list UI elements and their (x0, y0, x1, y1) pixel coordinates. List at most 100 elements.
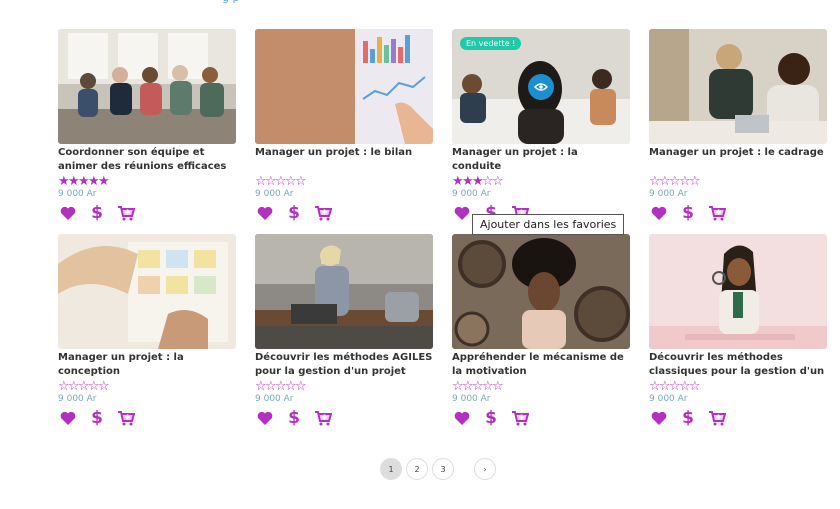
add-to-cart-button[interactable] (313, 408, 333, 428)
rating-stars: ★★★★★ (58, 175, 236, 189)
course-thumbnail[interactable] (452, 234, 630, 349)
course-title[interactable]: Manager un projet : la conception (58, 351, 236, 379)
favorite-button[interactable] (58, 203, 78, 223)
course-price: 9 000 Ar (452, 394, 491, 404)
add-to-cart-button[interactable] (510, 408, 530, 428)
price-button[interactable]: $ (284, 203, 304, 223)
star-filled-icon: ★ (98, 174, 110, 189)
dollar-icon: $ (682, 203, 694, 223)
favorite-button[interactable] (452, 203, 472, 223)
star-empty-icon: ☆ (255, 379, 267, 394)
star-empty-icon: ☆ (472, 379, 484, 394)
page-1-button[interactable]: 1 (380, 458, 402, 480)
card-actions: $ (649, 407, 827, 429)
dollar-icon: $ (288, 408, 300, 428)
card-actions: $ (58, 202, 236, 224)
star-empty-icon: ☆ (679, 174, 691, 189)
price-button[interactable]: $ (87, 203, 107, 223)
star-filled-icon: ★ (78, 174, 90, 189)
star-filled-icon: ★ (452, 174, 464, 189)
course-thumbnail[interactable] (649, 234, 827, 349)
preview-button[interactable] (528, 74, 554, 100)
course-thumbnail[interactable] (649, 29, 827, 144)
star-empty-icon: ☆ (492, 379, 504, 394)
favorite-button[interactable] (649, 203, 669, 223)
course-price: 9 000 Ar (255, 394, 294, 404)
course-title[interactable]: Coordonner son équipe et animer des réun… (58, 146, 236, 174)
heart-icon (651, 206, 667, 220)
star-empty-icon: ☆ (68, 379, 80, 394)
course-thumbnail[interactable] (255, 29, 433, 144)
favorite-tooltip: Ajouter dans les favories (472, 214, 625, 235)
page-2-button[interactable]: 2 (406, 458, 428, 480)
favorite-button[interactable] (452, 408, 472, 428)
cart-add-icon (709, 411, 726, 426)
heart-icon (257, 411, 273, 425)
add-to-cart-button[interactable] (116, 408, 136, 428)
star-filled-icon: ★ (472, 174, 484, 189)
course-card: Coordonner son équipe et animer des réun… (58, 29, 236, 234)
star-empty-icon: ☆ (669, 174, 681, 189)
course-thumbnail[interactable] (58, 234, 236, 349)
star-empty-icon: ☆ (78, 379, 90, 394)
card-actions: $ (452, 407, 630, 429)
rating-stars: ★★★☆☆ (452, 175, 630, 189)
cart-add-icon (118, 411, 135, 426)
course-price: 9 000 Ar (58, 189, 97, 199)
course-title[interactable]: Manager un projet : le cadrage (649, 146, 827, 174)
page-3-button[interactable]: 3 (432, 458, 454, 480)
course-thumbnail[interactable]: En vedette ! (452, 29, 630, 144)
course-title[interactable]: Découvrir les méthodes AGILES pour la ge… (255, 351, 433, 379)
course-thumbnail[interactable] (58, 29, 236, 144)
add-to-cart-button[interactable] (313, 203, 333, 223)
top-link-fragment[interactable]: g p (222, 0, 239, 4)
heart-icon (454, 206, 470, 220)
course-title[interactable]: Manager un projet : le bilan (255, 146, 433, 174)
star-filled-icon: ★ (68, 174, 80, 189)
star-empty-icon: ☆ (285, 174, 297, 189)
add-to-cart-button[interactable] (116, 203, 136, 223)
price-button[interactable]: $ (678, 408, 698, 428)
favorite-button[interactable] (255, 203, 275, 223)
price-button[interactable]: $ (481, 408, 501, 428)
rating-stars: ☆☆☆☆☆ (255, 175, 433, 189)
star-empty-icon: ☆ (275, 379, 287, 394)
rating-stars: ☆☆☆☆☆ (58, 380, 236, 394)
favorite-button[interactable] (58, 408, 78, 428)
star-empty-icon: ☆ (285, 379, 297, 394)
next-page-button[interactable]: › (474, 458, 496, 480)
star-empty-icon: ☆ (669, 379, 681, 394)
price-button[interactable]: $ (678, 203, 698, 223)
star-empty-icon: ☆ (275, 174, 287, 189)
course-title[interactable]: Appréhender le mécanisme de la motivatio… (452, 351, 630, 379)
price-button[interactable]: $ (284, 408, 304, 428)
star-empty-icon: ☆ (689, 379, 701, 394)
star-empty-icon: ☆ (649, 379, 661, 394)
heart-icon (60, 206, 76, 220)
favorite-button[interactable] (255, 408, 275, 428)
star-filled-icon: ★ (58, 174, 70, 189)
dollar-icon: $ (91, 408, 103, 428)
price-button[interactable]: $ (87, 408, 107, 428)
heart-icon (257, 206, 273, 220)
add-to-cart-button[interactable] (707, 408, 727, 428)
star-filled-icon: ★ (88, 174, 100, 189)
course-price: 9 000 Ar (649, 189, 688, 199)
star-empty-icon: ☆ (452, 379, 464, 394)
rating-stars: ☆☆☆☆☆ (649, 175, 827, 189)
dollar-icon: $ (288, 203, 300, 223)
course-title[interactable]: Découvrir les méthodes classiques pour l… (649, 351, 827, 379)
cart-add-icon (118, 206, 135, 221)
course-price: 9 000 Ar (452, 189, 491, 199)
favorite-button[interactable] (649, 408, 669, 428)
star-empty-icon: ☆ (482, 174, 494, 189)
star-empty-icon: ☆ (58, 379, 70, 394)
course-thumbnail[interactable] (255, 234, 433, 349)
star-empty-icon: ☆ (482, 379, 494, 394)
course-card: Découvrir les méthodes classiques pour l… (649, 234, 827, 439)
star-empty-icon: ☆ (255, 174, 267, 189)
course-title[interactable]: Manager un projet : la conduite (452, 146, 630, 174)
add-to-cart-button[interactable] (707, 203, 727, 223)
rating-stars: ☆☆☆☆☆ (452, 380, 630, 394)
heart-icon (454, 411, 470, 425)
